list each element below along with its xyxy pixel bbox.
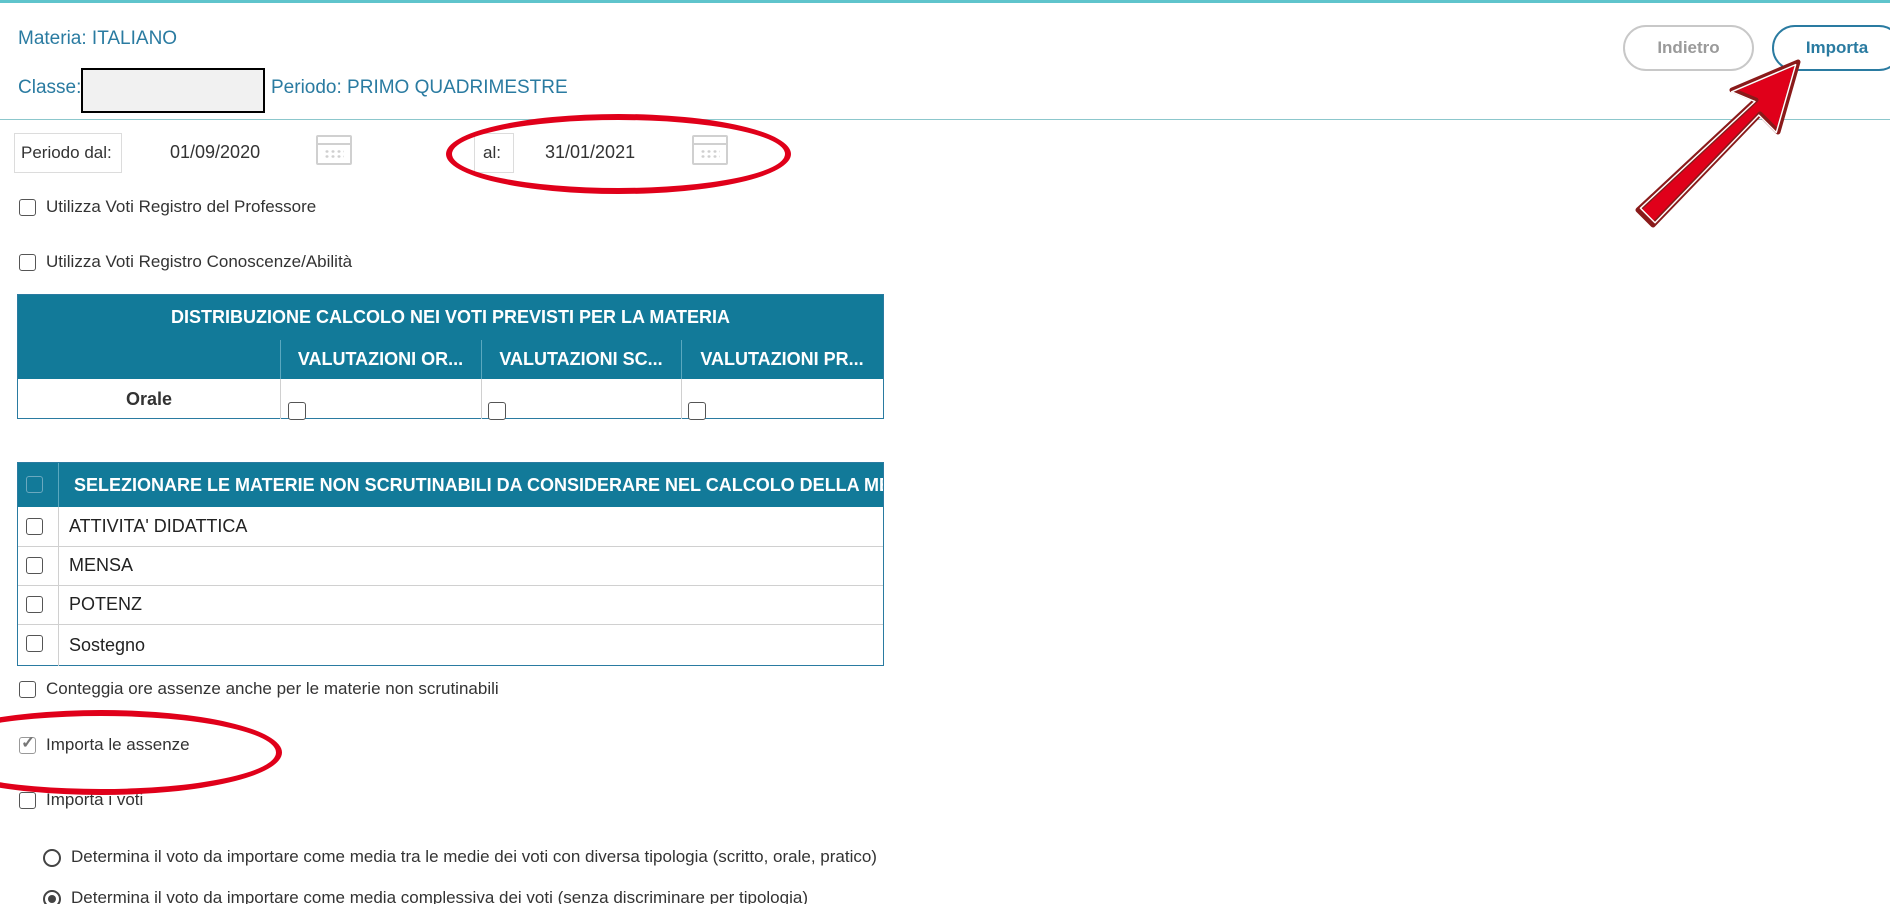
subject-row-checkbox[interactable]	[26, 596, 43, 613]
subject-row-checkbox[interactable]	[26, 557, 43, 574]
subject-row-label: POTENZ	[69, 594, 143, 614]
row-divider	[18, 624, 883, 625]
calendar-icon[interactable]	[316, 135, 352, 165]
count-absence-hours-checkbox[interactable]	[19, 681, 36, 698]
row-label-orale: Orale	[125, 388, 173, 409]
absences-highlight-ellipse	[0, 710, 282, 795]
use-knowledge-register-label: Utilizza Voti Registro Conoscenze/Abilit…	[46, 252, 353, 271]
period-from-label: Periodo dal:	[21, 143, 112, 162]
row-divider	[18, 585, 883, 586]
oral-practical-checkbox[interactable]	[688, 402, 706, 420]
subject-row-label: ATTIVITA' DIDATTICA	[69, 516, 248, 536]
header-divider	[0, 119, 1890, 120]
period-from-input[interactable]: 01/09/2020	[170, 142, 260, 163]
average-by-type-label: Determina il voto da importare come medi…	[71, 847, 877, 866]
column-divider	[58, 507, 59, 666]
top-border	[0, 0, 1890, 3]
import-grades-checkbox[interactable]	[19, 792, 36, 809]
period-from-label-box: Periodo dal:	[14, 133, 122, 173]
column-header-oral[interactable]: VALUTAZIONI OR...	[280, 340, 481, 379]
distribution-table-title: DISTRIBUZIONE CALCOLO NEI VOTI PREVISTI …	[18, 295, 883, 340]
use-knowledge-register-checkbox[interactable]	[19, 254, 36, 271]
cell-divider	[481, 379, 482, 419]
subject-row-checkbox[interactable]	[26, 518, 43, 535]
overall-average-radio[interactable]	[43, 890, 61, 904]
select-all-subjects-checkbox[interactable]	[26, 476, 43, 493]
subject-row-label: Sostegno	[69, 634, 146, 655]
cell-divider	[681, 379, 682, 419]
subject-row-label: MENSA	[69, 555, 134, 575]
distribution-table: DISTRIBUZIONE CALCOLO NEI VOTI PREVISTI …	[17, 294, 884, 420]
subjects-table-title: SELEZIONARE LE MATERIE NON SCRUTINABILI …	[74, 474, 883, 495]
average-by-type-radio[interactable]	[43, 849, 61, 867]
oral-written-checkbox[interactable]	[488, 402, 506, 420]
overall-average-label: Determina il voto da importare come medi…	[71, 888, 808, 904]
use-professor-register-label: Utilizza Voti Registro del Professore	[46, 197, 317, 216]
subjects-table: SELEZIONARE LE MATERIE NON SCRUTINABILI …	[17, 462, 884, 666]
column-header-practical[interactable]: VALUTAZIONI PR...	[681, 340, 883, 379]
use-professor-register-checkbox[interactable]	[19, 199, 36, 216]
subject-row-checkbox[interactable]	[26, 635, 43, 652]
subject-title: Materia: ITALIANO	[18, 28, 178, 49]
oral-oral-checkbox[interactable]	[288, 402, 306, 420]
column-divider	[58, 463, 59, 507]
cell-divider	[280, 379, 281, 419]
count-absence-hours-label: Conteggia ore assenze anche per le mater…	[46, 679, 499, 698]
class-redacted-box	[81, 68, 265, 113]
column-header-written[interactable]: VALUTAZIONI SC...	[481, 340, 681, 379]
class-label: Classe:	[18, 77, 82, 98]
row-divider	[18, 546, 883, 547]
import-pointer-arrow-icon	[1635, 59, 1801, 228]
date-highlight-ellipse	[446, 114, 791, 194]
period-title: Periodo: PRIMO QUADRIMESTRE	[271, 77, 568, 98]
